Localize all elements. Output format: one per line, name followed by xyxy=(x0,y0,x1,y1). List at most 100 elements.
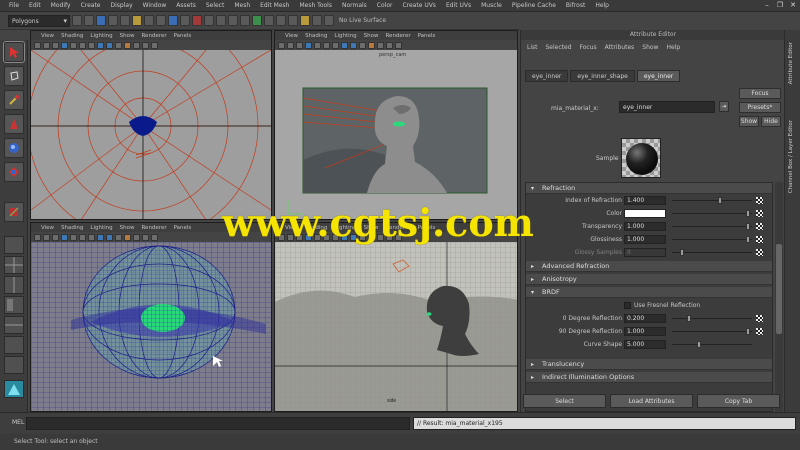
viewport-menu-show[interactable]: Show xyxy=(364,33,379,39)
undo-icon[interactable] xyxy=(108,15,118,26)
ninety-degree-slider[interactable] xyxy=(672,328,752,335)
layout-custom-icon[interactable] xyxy=(4,356,24,374)
wireframe-icon[interactable] xyxy=(97,233,104,241)
side-view-canvas[interactable]: side xyxy=(275,242,517,411)
use-fresnel-checkbox[interactable] xyxy=(624,302,631,309)
ior-slider[interactable] xyxy=(672,197,752,204)
camera-icon[interactable] xyxy=(278,41,285,49)
snap-curve-icon[interactable] xyxy=(216,15,226,26)
smooth-shade-icon[interactable] xyxy=(350,41,357,49)
menu-muscle[interactable]: Muscle xyxy=(476,2,507,9)
menu-file[interactable]: File xyxy=(4,2,24,9)
menu-set-select[interactable]: Polygons xyxy=(8,14,70,27)
viewport-menu-lighting[interactable]: Lighting xyxy=(90,225,112,231)
isolate-icon[interactable] xyxy=(151,41,158,49)
snap-grid-icon[interactable] xyxy=(204,15,214,26)
slider-knob[interactable] xyxy=(697,341,702,348)
menu-assets[interactable]: Assets xyxy=(171,2,201,9)
viewport-top-left[interactable]: View Shading Lighting Show Renderer Pane… xyxy=(30,30,272,220)
safe-area-icon[interactable] xyxy=(332,41,339,49)
image-plane-icon[interactable] xyxy=(52,233,59,241)
layout-outliner-icon[interactable] xyxy=(4,336,24,354)
viewport-menu-renderer[interactable]: Renderer xyxy=(141,33,166,39)
wireframe-icon[interactable] xyxy=(97,41,104,49)
curve-shape-field[interactable]: 5.000 xyxy=(624,340,666,349)
menu-display[interactable]: Display xyxy=(106,2,138,9)
map-button-icon[interactable] xyxy=(756,328,763,335)
glossiness-field[interactable]: 1.000 xyxy=(624,235,666,244)
command-input[interactable] xyxy=(26,417,410,430)
menu-color[interactable]: Color xyxy=(372,2,398,9)
layout-single-icon[interactable] xyxy=(4,236,24,254)
history-icon[interactable] xyxy=(264,15,274,26)
menu-edit-uvs[interactable]: Edit UVs xyxy=(441,2,476,9)
ae-menu-selected[interactable]: Selected xyxy=(546,44,572,54)
lights-icon[interactable] xyxy=(368,41,375,49)
viewport-menu-lighting[interactable]: Lighting xyxy=(334,33,356,39)
resolution-gate-icon[interactable] xyxy=(323,41,330,49)
grid-icon[interactable] xyxy=(305,41,312,49)
slider-knob[interactable] xyxy=(717,197,722,204)
attribute-scroll-area[interactable]: Refraction Index of Refraction 1.400 Col… xyxy=(525,182,773,412)
menu-select[interactable]: Select xyxy=(201,2,230,9)
menu-create-uvs[interactable]: Create UVs xyxy=(397,2,440,9)
camera-icon[interactable] xyxy=(34,233,41,241)
mask-face-icon[interactable] xyxy=(192,15,202,26)
refraction-color-swatch[interactable] xyxy=(624,209,666,218)
select-button[interactable]: Select xyxy=(523,394,606,408)
snap-point-icon[interactable] xyxy=(228,15,238,26)
grid-icon[interactable] xyxy=(61,41,68,49)
hide-button[interactable]: Hide xyxy=(761,116,781,127)
color-slider[interactable] xyxy=(672,210,752,217)
slider-knob[interactable] xyxy=(687,315,692,322)
viewport-menu-shading[interactable]: Shading xyxy=(305,33,327,39)
menu-window[interactable]: Window xyxy=(138,2,172,9)
select-object-icon[interactable] xyxy=(144,15,154,26)
lights-icon[interactable] xyxy=(124,233,131,241)
minimize-icon[interactable]: – xyxy=(762,1,772,10)
slider-knob[interactable] xyxy=(746,223,751,230)
textures-icon[interactable] xyxy=(359,41,366,49)
map-button-icon[interactable] xyxy=(756,197,763,204)
menu-help[interactable]: Help xyxy=(590,2,614,9)
menu-edit[interactable]: Edit xyxy=(24,2,46,9)
grid-icon[interactable] xyxy=(61,233,68,241)
material-name-field[interactable]: eye_inner xyxy=(619,101,715,113)
snap-view-icon[interactable] xyxy=(240,15,250,26)
xray-icon[interactable] xyxy=(142,41,149,49)
tab-attribute-editor-vertical[interactable]: Attribute Editor xyxy=(788,42,798,84)
section-advanced-refraction[interactable]: Advanced Refraction xyxy=(526,261,772,272)
menu-pipeline-cache[interactable]: Pipeline Cache xyxy=(507,2,561,9)
map-button-icon[interactable] xyxy=(756,315,763,322)
zero-degree-slider[interactable] xyxy=(672,315,752,322)
zero-degree-field[interactable]: 0.200 xyxy=(624,314,666,323)
save-scene-icon[interactable] xyxy=(96,15,106,26)
xray-icon[interactable] xyxy=(142,233,149,241)
map-button-icon[interactable] xyxy=(756,210,763,217)
section-translucency[interactable]: Translucency xyxy=(526,359,772,370)
select-hierarchy-icon[interactable] xyxy=(132,15,142,26)
safe-area-icon[interactable] xyxy=(88,41,95,49)
ae-menu-focus[interactable]: Focus xyxy=(580,44,597,54)
render-icon[interactable] xyxy=(276,15,286,26)
lights-icon[interactable] xyxy=(124,41,131,49)
select-component-icon[interactable] xyxy=(156,15,166,26)
mel-label[interactable]: MEL xyxy=(12,419,24,426)
shadows-icon[interactable] xyxy=(133,233,140,241)
show-manipulator-icon[interactable] xyxy=(4,202,24,222)
textures-icon[interactable] xyxy=(115,233,122,241)
scale-tool-icon[interactable] xyxy=(4,162,24,182)
ae-menu-attributes[interactable]: Attributes xyxy=(605,44,635,54)
close-icon[interactable]: ✕ xyxy=(788,1,798,10)
viewport-menu-shading[interactable]: Shading xyxy=(61,225,83,231)
tab-eye-inner-material[interactable]: eye_inner xyxy=(636,70,681,82)
glossiness-slider[interactable] xyxy=(672,236,752,243)
ninety-degree-field[interactable]: 1.000 xyxy=(624,327,666,336)
tab-eye-inner[interactable]: eye_inner xyxy=(525,70,569,82)
paint-select-icon[interactable] xyxy=(4,90,24,110)
viewport-menu-view[interactable]: View xyxy=(285,33,298,39)
load-attributes-button[interactable]: Load Attributes xyxy=(610,394,693,408)
bookmark-icon[interactable] xyxy=(43,233,50,241)
bookmark-icon[interactable] xyxy=(287,41,294,49)
textures-icon[interactable] xyxy=(115,41,122,49)
